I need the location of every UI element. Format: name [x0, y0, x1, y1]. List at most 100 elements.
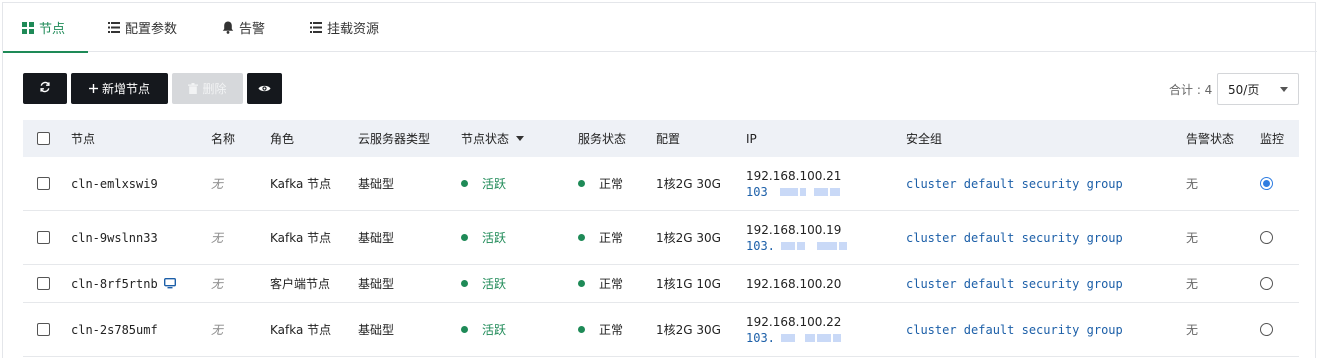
tab-config-params[interactable]: 配置参数: [107, 3, 177, 52]
service-status: 正常: [578, 157, 623, 210]
delete-label: 删除: [202, 82, 227, 96]
eye-icon: [258, 82, 271, 96]
header-security-group: 安全组: [906, 132, 943, 146]
delete-button[interactable]: 删除: [172, 73, 243, 104]
status-dot: [461, 234, 468, 241]
security-group-link[interactable]: cluster default security group: [906, 303, 1123, 356]
service-status-label: 正常: [599, 231, 624, 245]
node-status: 活跃: [461, 211, 506, 264]
monitor-radio[interactable]: [1260, 177, 1273, 190]
node-name: 无: [211, 177, 224, 191]
header-config: 配置: [656, 132, 681, 146]
node-status: 活跃: [461, 157, 506, 210]
select-all-checkbox[interactable]: [37, 132, 50, 145]
status-dot: [461, 180, 468, 187]
node-status-label: 活跃: [482, 323, 507, 337]
node-id[interactable]: cln-emlxswi9: [71, 157, 158, 210]
node-status-label: 活跃: [482, 231, 507, 245]
security-group-link[interactable]: cluster default security group: [906, 265, 1123, 302]
status-dot: [578, 180, 585, 187]
server-type: 基础型: [358, 231, 395, 245]
alarm-status: 无: [1186, 177, 1199, 191]
private-ip: 192.168.100.22: [746, 314, 842, 329]
tab-nodes[interactable]: 节点: [3, 3, 88, 53]
chevron-down-icon: [1280, 87, 1288, 92]
status-dot: [578, 234, 585, 241]
row-checkbox[interactable]: [37, 177, 50, 190]
row-checkbox[interactable]: [37, 323, 50, 336]
node-status-label: 活跃: [482, 177, 507, 191]
plus-icon: [88, 84, 98, 93]
table-header: 节点 名称 角色 云服务器类型 节点状态 服务状态 配置 IP 安全组 告警状态…: [23, 120, 1299, 157]
alarm-status: 无: [1186, 231, 1199, 245]
status-dot: [461, 326, 468, 333]
total-count: 合计 : 4: [1169, 83, 1213, 97]
header-role: 角色: [270, 132, 295, 146]
public-ip: 103.: [746, 238, 847, 254]
header-node-status[interactable]: 节点状态: [461, 120, 525, 157]
node-name: 无: [211, 323, 224, 337]
page-size-select[interactable]: 50/页: [1217, 73, 1299, 105]
node-role: Kafka 节点: [270, 231, 332, 245]
list-icon: [309, 21, 323, 35]
node-panel: 节点 配置参数 告警 挂载资源 新增节点 删除 合计: 4 50/页 节点 名…: [2, 2, 1317, 358]
node-id[interactable]: cln-8rf5rtnb: [71, 277, 158, 291]
public-ip: 103.: [746, 330, 841, 346]
tab-mounted-resources[interactable]: 挂载资源: [309, 3, 379, 52]
tab-nodes-label: 节点: [39, 22, 66, 37]
private-ip: 192.168.100.21: [746, 168, 842, 183]
public-ip: 103: [746, 184, 840, 200]
table-row[interactable]: cln-8rf5rtnb 无 客户端节点 基础型 活跃 正常 1核1G 10G …: [23, 265, 1299, 303]
server-type: 基础型: [358, 177, 395, 191]
refresh-icon: [39, 81, 51, 96]
row-checkbox[interactable]: [37, 277, 50, 290]
alarm-status: 无: [1186, 323, 1199, 337]
public-ip-prefix: 103.: [746, 238, 775, 253]
ip-cell: 192.168.100.19 103.: [746, 211, 847, 264]
monitor-radio[interactable]: [1260, 277, 1273, 290]
header-alarm-status: 告警状态: [1186, 132, 1235, 146]
service-status-label: 正常: [599, 177, 624, 191]
node-role: Kafka 节点: [270, 323, 332, 337]
service-status: 正常: [578, 303, 623, 356]
alarm-status: 无: [1186, 277, 1199, 291]
tab-config-label: 配置参数: [125, 22, 178, 37]
public-ip-prefix: 103.: [746, 330, 775, 345]
header-ip: IP: [746, 131, 757, 146]
row-checkbox[interactable]: [37, 231, 50, 244]
status-dot: [578, 326, 585, 333]
monitor-radio[interactable]: [1260, 231, 1273, 244]
page-size-value: 50/页: [1228, 82, 1260, 97]
security-group-link[interactable]: cluster default security group: [906, 157, 1123, 210]
view-toggle-button[interactable]: [247, 73, 282, 104]
node-id[interactable]: cln-9wslnn33: [71, 211, 158, 264]
service-status-label: 正常: [599, 277, 624, 291]
table-row[interactable]: cln-9wslnn33 无 Kafka 节点 基础型 活跃 正常 1核2G 3…: [23, 211, 1299, 265]
node-id-cell: cln-8rf5rtnb: [71, 265, 176, 302]
security-group-link[interactable]: cluster default security group: [906, 211, 1123, 264]
node-status: 活跃: [461, 265, 506, 302]
header-server-type: 云服务器类型: [358, 132, 431, 146]
header-monitor: 监控: [1260, 132, 1285, 146]
table-row[interactable]: cln-2s785umf 无 Kafka 节点 基础型 活跃 正常 1核2G 3…: [23, 303, 1299, 357]
trash-icon: [188, 83, 199, 94]
monitor-screen-icon[interactable]: [163, 278, 176, 289]
header-service-status: 服务状态: [578, 132, 627, 146]
node-config: 1核2G 30G: [656, 323, 721, 337]
sort-down-icon[interactable]: [516, 136, 525, 141]
node-id[interactable]: cln-2s785umf: [71, 303, 158, 356]
add-node-button[interactable]: 新增节点: [71, 73, 168, 104]
node-name: 无: [211, 277, 224, 291]
refresh-button[interactable]: [23, 73, 67, 104]
tab-alarms[interactable]: 告警: [221, 3, 265, 52]
public-ip-prefix: 103: [746, 184, 768, 199]
node-status: 活跃: [461, 303, 506, 356]
monitor-radio[interactable]: [1260, 323, 1273, 336]
node-config: 1核2G 30G: [656, 231, 721, 245]
node-name: 无: [211, 231, 224, 245]
table-row[interactable]: cln-emlxswi9 无 Kafka 节点 基础型 活跃 正常 1核2G 3…: [23, 157, 1299, 211]
server-type: 基础型: [358, 277, 395, 291]
service-status-label: 正常: [599, 323, 624, 337]
node-status-label: 活跃: [482, 277, 507, 291]
node-config: 1核2G 30G: [656, 177, 721, 191]
